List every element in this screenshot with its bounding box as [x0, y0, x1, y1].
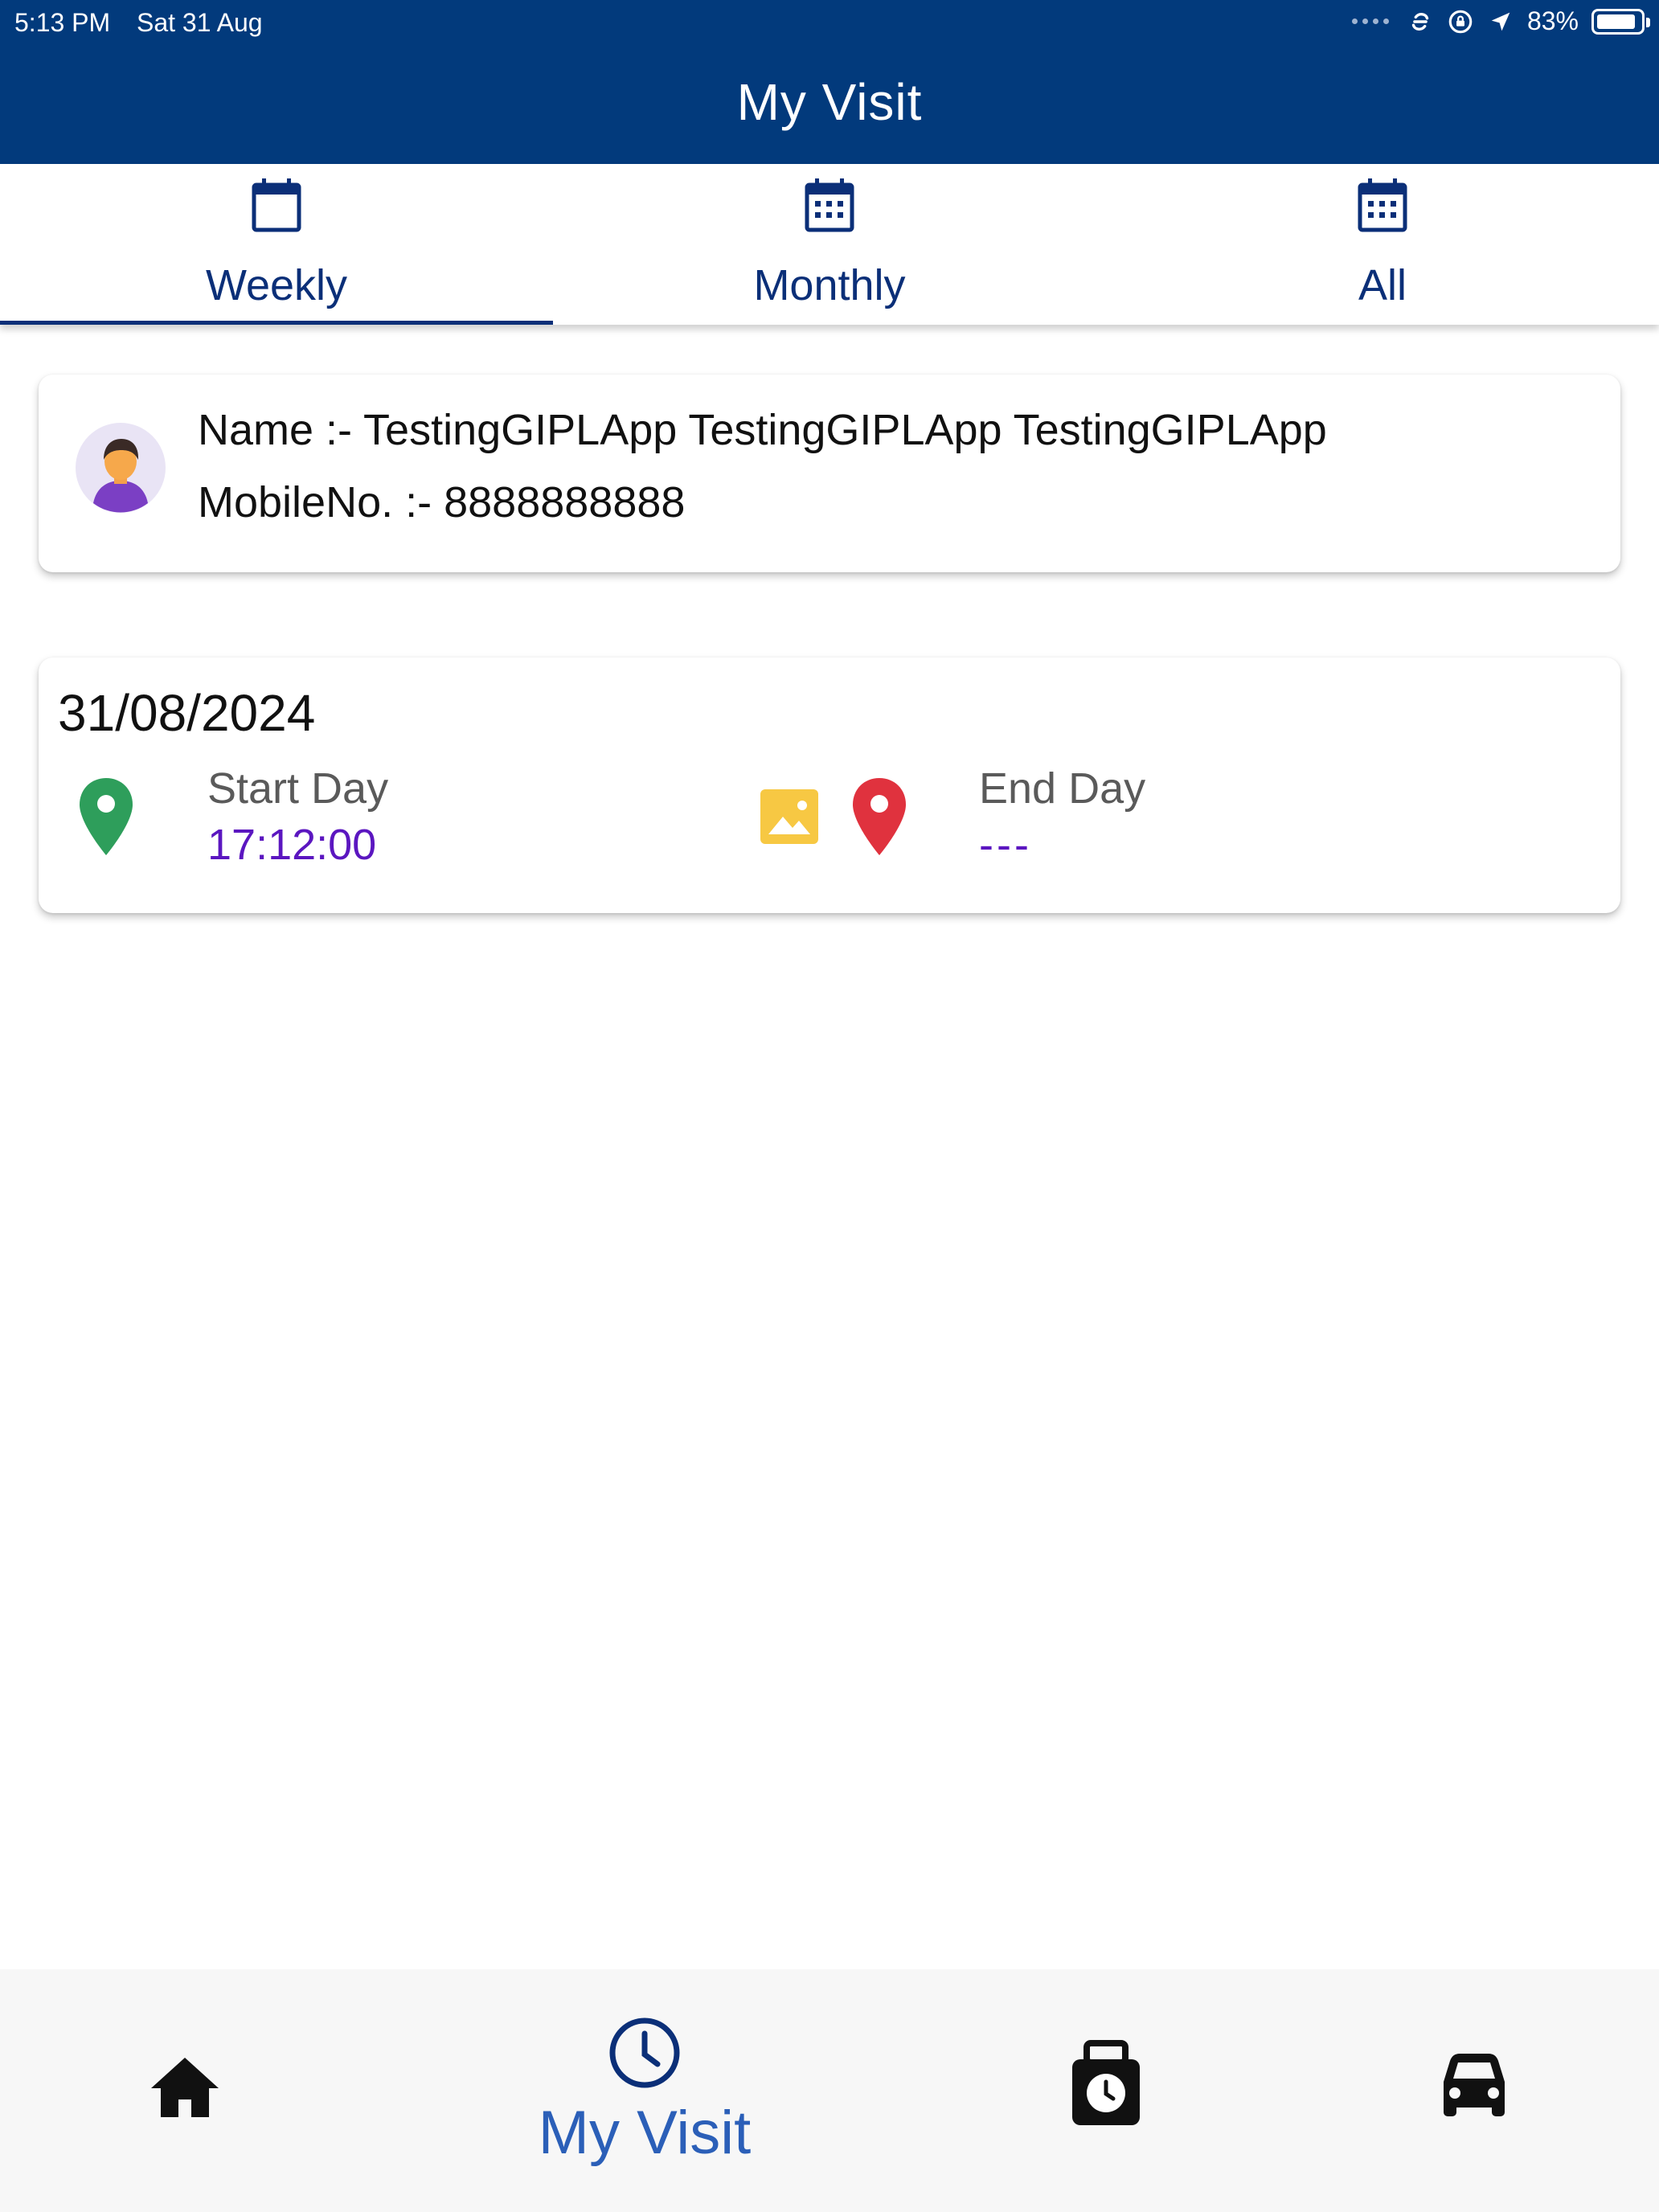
lock-rotation-icon [1448, 10, 1473, 33]
start-location-pin-icon[interactable] [77, 776, 135, 857]
app-root: 5:13 PM Sat 31 Aug 83% My Visit Weekly M… [0, 0, 1659, 2212]
location-arrow-icon [1491, 12, 1510, 31]
battery-fill [1597, 14, 1635, 29]
profile-mobile: MobileNo. :- 8888888888 [198, 478, 686, 526]
profile-card: Name :- TestingGIPLApp TestingGIPLApp Te… [39, 375, 1620, 572]
end-day-value: --- [979, 821, 1032, 869]
signal-dots-icon [1351, 18, 1389, 24]
tab-selected-indicator [0, 321, 553, 325]
clock-icon [609, 2017, 680, 2088]
battery-icon [1591, 8, 1650, 35]
end-location-pin-icon[interactable] [850, 776, 908, 857]
battery-percent: 83% [1526, 6, 1579, 35]
status-bar: 5:13 PM Sat 31 Aug 83% [0, 0, 1659, 45]
image-icon[interactable] [759, 786, 820, 847]
bottom-navigation: My Visit [0, 1969, 1659, 2212]
calendar-grid-icon [805, 178, 854, 232]
tab-monthly[interactable]: Monthly [553, 164, 1106, 325]
nav-my-visit-label: My Visit [538, 2099, 752, 2167]
page-title: My Visit [736, 73, 923, 131]
home-icon[interactable] [145, 2048, 225, 2128]
start-day-value: 17:12:00 [207, 821, 377, 869]
end-day-label: End Day [979, 764, 1146, 813]
status-right: 83% [1351, 6, 1650, 36]
attendance-timer-icon[interactable] [1069, 2040, 1143, 2127]
visit-date: 31/08/2024 [58, 684, 316, 742]
profile-name: Name :- TestingGIPLApp TestingGIPLApp Te… [198, 406, 1327, 454]
tab-weekly[interactable]: Weekly [0, 164, 553, 325]
status-date: Sat 31 Aug [137, 8, 263, 37]
visit-card[interactable]: 31/08/2024 Start Day 17:12:00 End Day --… [39, 657, 1620, 913]
app-header: 5:13 PM Sat 31 Aug 83% My Visit [0, 0, 1659, 164]
tab-weekly-label: Weekly [205, 261, 348, 309]
status-time: 5:13 PM [14, 8, 111, 37]
user-avatar-icon [76, 423, 166, 513]
link-icon [1411, 12, 1429, 31]
period-tabs: Weekly Monthly All [0, 164, 1659, 325]
tab-all[interactable]: All [1106, 164, 1659, 325]
tab-monthly-label: Monthly [753, 261, 906, 309]
tab-all-label: All [1358, 261, 1407, 309]
calendar-icon [252, 178, 301, 232]
start-day-label: Start Day [207, 764, 389, 813]
car-icon[interactable] [1436, 2050, 1513, 2122]
calendar-grid-icon [1358, 178, 1407, 232]
